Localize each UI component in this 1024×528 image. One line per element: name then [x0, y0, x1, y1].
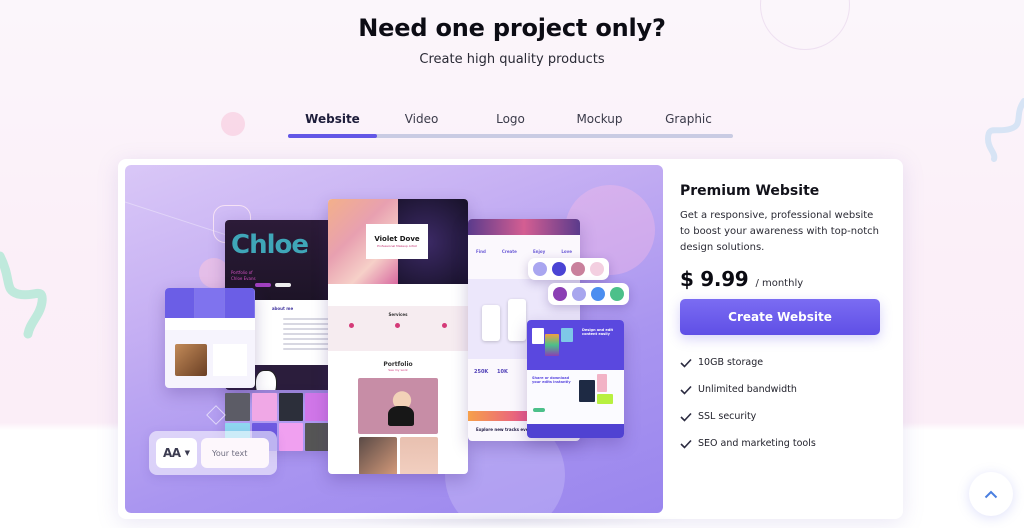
- music-stats: 250K 10K: [474, 369, 508, 375]
- violet-title-card: Violet Dove Professional Makeup Artist: [366, 224, 428, 259]
- feature-label: SSL security: [698, 411, 757, 422]
- page-subtitle: Create high quality products: [419, 52, 605, 67]
- price-row: $ 9.99 / monthly: [680, 267, 885, 291]
- color-swatch[interactable]: [553, 287, 567, 301]
- music-word: Love: [561, 249, 572, 254]
- color-palette-1: [528, 258, 609, 280]
- feature-label: SEO and marketing tools: [698, 438, 816, 449]
- plan-period: / monthly: [755, 278, 804, 289]
- decorative-pink-circle: [221, 112, 245, 136]
- mock-makeup-artist-site: Violet Dove Professional Makeup Artist S…: [328, 199, 468, 474]
- color-palette-2: [548, 283, 629, 305]
- check-icon: [680, 412, 692, 422]
- color-swatch[interactable]: [610, 287, 624, 301]
- plan-description: Get a responsive, professional website t…: [680, 210, 879, 253]
- chloe-button: [275, 283, 291, 287]
- chloe-title: Chloe: [231, 230, 309, 260]
- plan-title: Premium Website: [680, 183, 820, 199]
- page-title: Need one project only?: [358, 14, 666, 42]
- design-header: Design and edit content easily: [527, 320, 624, 370]
- design-title: Design and edit content easily: [582, 328, 614, 336]
- violet-name: Violet Dove: [374, 235, 420, 243]
- color-swatch[interactable]: [572, 287, 586, 301]
- chloe-subtitle: Portfolio of Chloe Evans: [231, 270, 256, 282]
- font-label: AA: [163, 446, 181, 460]
- donation-photo: [175, 344, 207, 376]
- create-website-button[interactable]: Create Website: [680, 299, 880, 335]
- stat-value: 250K: [474, 369, 489, 375]
- decorative-squiggle-right: [984, 98, 1024, 162]
- feature-item: SEO and marketing tools: [680, 430, 885, 457]
- donation-text-card: [213, 344, 247, 376]
- feature-label: 10GB storage: [698, 357, 764, 368]
- feature-item: SSL security: [680, 403, 885, 430]
- scroll-to-top-button[interactable]: [969, 472, 1013, 516]
- chloe-button: [255, 283, 271, 287]
- decorative-diamond: [206, 405, 226, 425]
- portfolio-main-photo: [358, 378, 438, 434]
- chevron-up-icon: [984, 487, 998, 502]
- check-icon: [680, 358, 692, 368]
- plan-price: $ 9.99: [680, 267, 749, 291]
- music-word: Enjoy: [532, 249, 546, 254]
- mock-donation-site: [165, 288, 255, 388]
- chloe-subtitle-1: Portfolio of: [231, 270, 253, 275]
- design-share-section: Share or download your edits instantly: [527, 370, 624, 424]
- portfolio-photo: [399, 437, 438, 474]
- check-icon: [680, 439, 692, 449]
- music-word: Create: [501, 249, 517, 254]
- donation-stats: [165, 318, 255, 330]
- font-selector[interactable]: AA ▼: [156, 438, 197, 468]
- design-title-2: Share or download your edits instantly: [532, 376, 571, 384]
- services-heading: Services: [388, 312, 408, 317]
- feature-list: 10GB storage Unlimited bandwidth SSL sec…: [680, 349, 885, 457]
- text-tool-widget: AA ▼: [149, 431, 277, 475]
- check-icon: [680, 385, 692, 395]
- phone-mock: [482, 305, 500, 341]
- portfolio-heading: Portfolio: [383, 361, 413, 368]
- donation-header: [165, 288, 255, 318]
- feature-item: Unlimited bandwidth: [680, 376, 885, 403]
- music-banner: [468, 219, 580, 235]
- portfolio-photo: [358, 437, 397, 474]
- portfolio-subheading: See my work: [388, 368, 408, 372]
- chloe-illustration: [255, 370, 277, 390]
- tab-mockup[interactable]: Mockup: [555, 112, 644, 138]
- card-shadow: [330, 512, 690, 528]
- tab-website[interactable]: Website: [288, 112, 377, 138]
- website-preview-image: Chloe Portfolio of Chloe Evans about me V…: [125, 165, 663, 513]
- decorative-squiggle-left: [0, 251, 47, 339]
- color-swatch[interactable]: [591, 287, 605, 301]
- tab-logo[interactable]: Logo: [466, 112, 555, 138]
- feature-item: 10GB storage: [680, 349, 885, 376]
- design-footer: [527, 424, 624, 438]
- stat-value: 10K: [497, 369, 508, 375]
- violet-services: Services: [328, 306, 468, 351]
- color-swatch[interactable]: [590, 262, 604, 276]
- text-input[interactable]: [201, 438, 269, 468]
- music-feature-words: Find Create Enjoy Love: [468, 249, 580, 254]
- violet-role: Professional Makeup Artist: [377, 244, 417, 248]
- music-word: Find: [476, 249, 486, 254]
- color-swatch[interactable]: [533, 262, 547, 276]
- phone-mock: [508, 299, 526, 341]
- plan-details: Premium Website Get a responsive, profes…: [680, 183, 885, 457]
- color-swatch[interactable]: [552, 262, 566, 276]
- tab-graphic[interactable]: Graphic: [644, 112, 733, 138]
- caret-down-icon: ▼: [184, 449, 190, 457]
- color-swatch[interactable]: [571, 262, 585, 276]
- product-tabs: Website Video Logo Mockup Graphic: [288, 112, 733, 138]
- mock-design-app-site: Design and edit content easily Share or …: [527, 320, 624, 438]
- chloe-subtitle-2: Chloe Evans: [231, 276, 256, 281]
- feature-label: Unlimited bandwidth: [698, 384, 797, 395]
- tab-video[interactable]: Video: [377, 112, 466, 138]
